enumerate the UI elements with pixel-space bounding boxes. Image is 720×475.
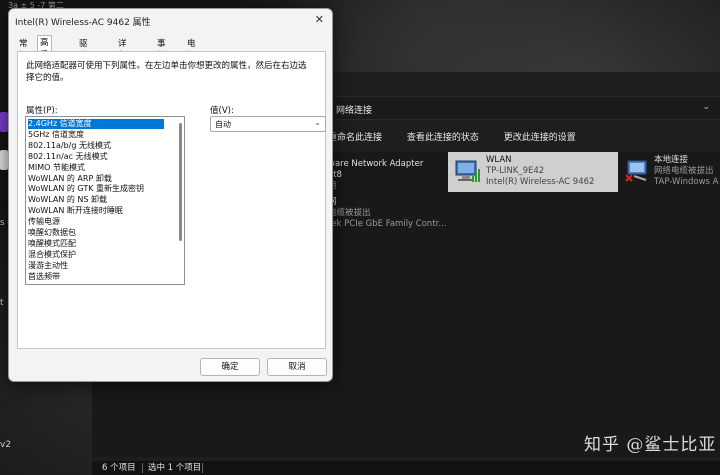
chevron-down-icon: ⌄ — [314, 118, 321, 127]
adapter-name: 网 — [328, 197, 446, 208]
chevron-down-icon[interactable]: ⌄ — [702, 102, 710, 112]
wireless-adapter-icon — [455, 160, 480, 182]
property-item[interactable]: WoWLAN 断开连接时睡眠 — [28, 206, 164, 216]
value-selected: 自动 — [215, 120, 231, 129]
adapter-line3: TAP-Windows A — [654, 177, 719, 187]
adapter-properties-dialog: Intel(R) Wireless-AC 9462 属性 ✕ 常规 高级 驱动程… — [8, 8, 333, 382]
property-item[interactable]: MIMO 节能模式 — [28, 163, 164, 173]
status-divider — [202, 463, 203, 473]
address-bar[interactable]: 网络连接 ⌄ — [328, 96, 720, 120]
item-count: 6 个项目 — [102, 463, 136, 473]
property-item[interactable]: 唤醒幻数据包 — [28, 228, 164, 238]
cancel-button[interactable]: 取消 — [267, 358, 327, 376]
adapter-wlan[interactable]: WLAN TP-LINK_9E42 Intel(R) Wireless-AC 9… — [448, 152, 618, 192]
view-status-button[interactable]: 查看此连接的状态 — [407, 133, 479, 143]
wired-adapter-icon — [625, 160, 647, 182]
adapter-name: 本地连接 — [654, 155, 689, 165]
command-bar: 重命名此连接 查看此连接的状态 更改此连接的设置 — [328, 130, 598, 146]
tab-power-management[interactable]: 电源管理 — [185, 37, 198, 85]
tab-driver[interactable]: 驱动程序 — [77, 37, 90, 85]
property-item[interactable]: WoWLAN 的 GTK 重新生成密钥 — [28, 184, 164, 194]
property-item[interactable]: 5GHz 信道宽度 — [28, 130, 164, 140]
property-item[interactable]: 混合模式保护 — [28, 250, 164, 260]
tab-events[interactable]: 事件 — [155, 37, 168, 61]
close-icon[interactable]: ✕ — [315, 13, 324, 26]
desktop-label-1: s — [0, 218, 5, 228]
selected-count: 选中 1 个项目 — [148, 463, 202, 473]
tab-details[interactable]: 详细信息 — [116, 37, 129, 85]
property-item[interactable]: 首选频带 — [28, 272, 164, 282]
adapter-local[interactable]: 本地连接 网络电缆被拔出 TAP-Windows A — [622, 152, 720, 192]
breadcrumb[interactable]: 网络连接 — [336, 103, 372, 116]
adapter-line2: TP-LINK_9E42 — [486, 166, 545, 176]
property-item[interactable]: 802.11a/b/g 无线模式 — [28, 141, 164, 151]
ok-button[interactable]: 确定 — [200, 358, 260, 376]
tab-advanced[interactable]: 高级 — [37, 35, 52, 60]
panel-description: 此网络适配器可使用下列属性。在左边单击你想更改的属性，然后在右边选择它的值。 — [26, 61, 307, 83]
adapter-vmware[interactable]: ware Network Adapter et8 用 — [328, 156, 448, 192]
watermark: 知乎 @鲨士比亚 — [584, 435, 717, 455]
property-item[interactable]: 传输电源 — [28, 217, 164, 227]
advanced-panel: 此网络适配器可使用下列属性。在左边单击你想更改的属性，然后在右边选择它的值。 属… — [17, 51, 326, 349]
status-divider — [142, 463, 143, 473]
adapter-line2: 电缆被拔出 — [328, 208, 371, 218]
status-bar: 6 个项目 选中 1 个项目 — [92, 461, 720, 475]
adapter-line3: Intel(R) Wireless-AC 9462 — [486, 177, 595, 187]
property-item[interactable]: 唤醒模式匹配 — [28, 239, 164, 249]
adapter-ethernet[interactable]: 网 电缆被拔出 tek PCIe GbE Family Contr... — [328, 194, 448, 230]
property-item[interactable]: 漫游主动性 — [28, 261, 164, 271]
dialog-title: Intel(R) Wireless-AC 9462 属性 — [15, 18, 151, 28]
adapter-line2: et8 — [328, 170, 342, 180]
value-dropdown[interactable]: 自动 ⌄ — [210, 116, 326, 132]
value-label: 值(V): — [210, 106, 234, 116]
adapter-name: WLAN — [486, 155, 512, 165]
property-item[interactable]: 2.4GHz 信道宽度 — [28, 119, 164, 129]
property-listbox[interactable]: 2.4GHz 信道宽度 5GHz 信道宽度 802.11a/b/g 无线模式 802.… — [25, 116, 185, 285]
property-item[interactable]: WoWLAN 的 NS 卸载 — [28, 195, 164, 205]
desktop-label-3: v2 — [0, 440, 12, 450]
property-label: 属性(P): — [26, 106, 58, 116]
listbox-scrollbar[interactable] — [179, 123, 182, 241]
desktop-app-icon-white[interactable] — [0, 150, 8, 170]
adapter-name: ware Network Adapter — [328, 159, 424, 169]
rename-connection-button[interactable]: 重命名此连接 — [328, 133, 382, 143]
adapter-line3: 用 — [328, 181, 423, 192]
desktop-app-icon-purple[interactable] — [0, 112, 8, 132]
tab-general[interactable]: 常规 — [17, 37, 30, 61]
adapter-line3: tek PCIe GbE Family Contr... — [328, 219, 447, 229]
change-settings-button[interactable]: 更改此连接的设置 — [504, 133, 576, 143]
adapter-line2: 网络电缆被拔出 — [654, 166, 714, 176]
desktop-label-2: t — [0, 298, 4, 308]
property-item[interactable]: 802.11n/ac 无线模式 — [28, 152, 164, 162]
property-item[interactable]: WoWLAN 的 ARP 卸载 — [28, 174, 164, 184]
disconnected-x-icon — [625, 174, 633, 182]
